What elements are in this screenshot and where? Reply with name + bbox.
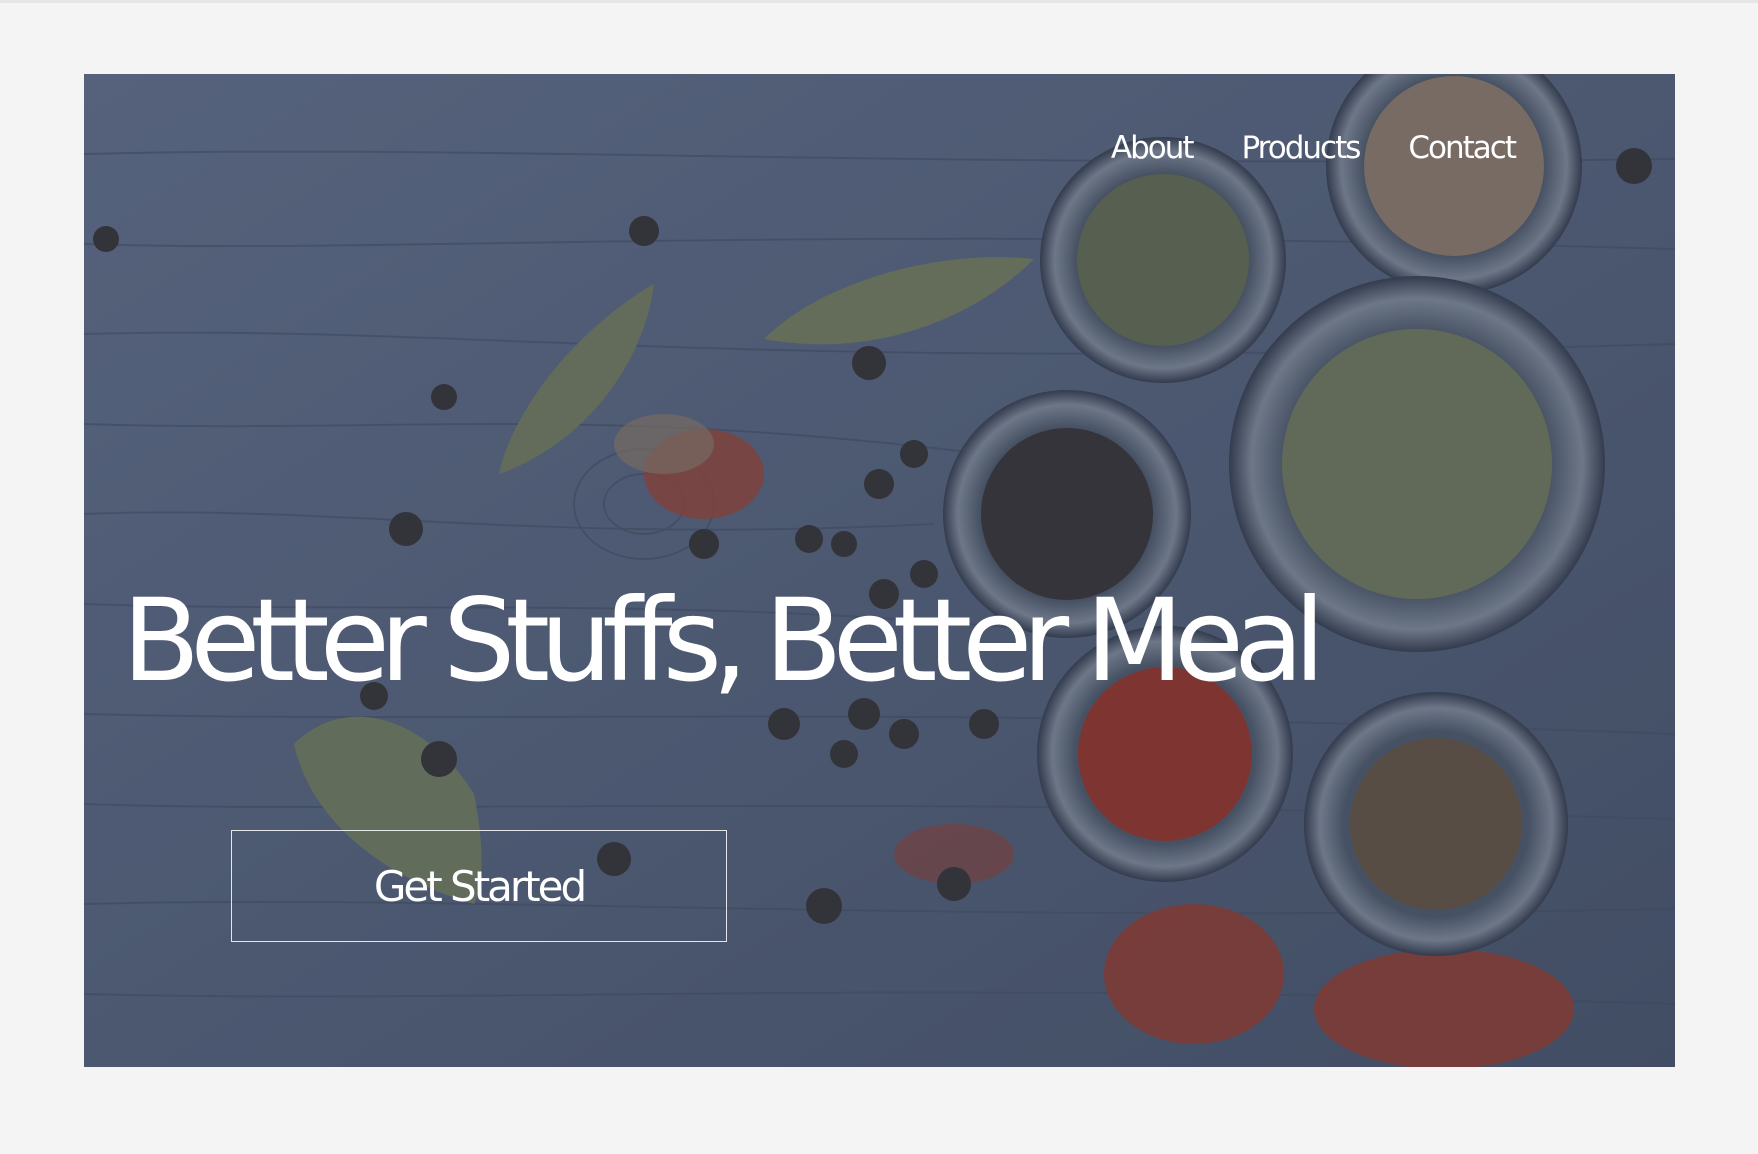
hero-headline: Better Stuffs, Better Meal — [122, 574, 1325, 707]
nav-link-contact[interactable]: Contact — [1408, 130, 1517, 166]
get-started-label: Get Started — [373, 861, 587, 911]
nav-link-products[interactable]: Products — [1242, 130, 1362, 166]
main-nav: About Products Contact — [1111, 130, 1517, 166]
hero-section: About Products Contact Better Stuffs, Be… — [84, 74, 1675, 1067]
nav-link-about[interactable]: About — [1111, 130, 1195, 166]
top-border — [0, 0, 1758, 3]
get-started-button[interactable]: Get Started — [231, 830, 727, 942]
